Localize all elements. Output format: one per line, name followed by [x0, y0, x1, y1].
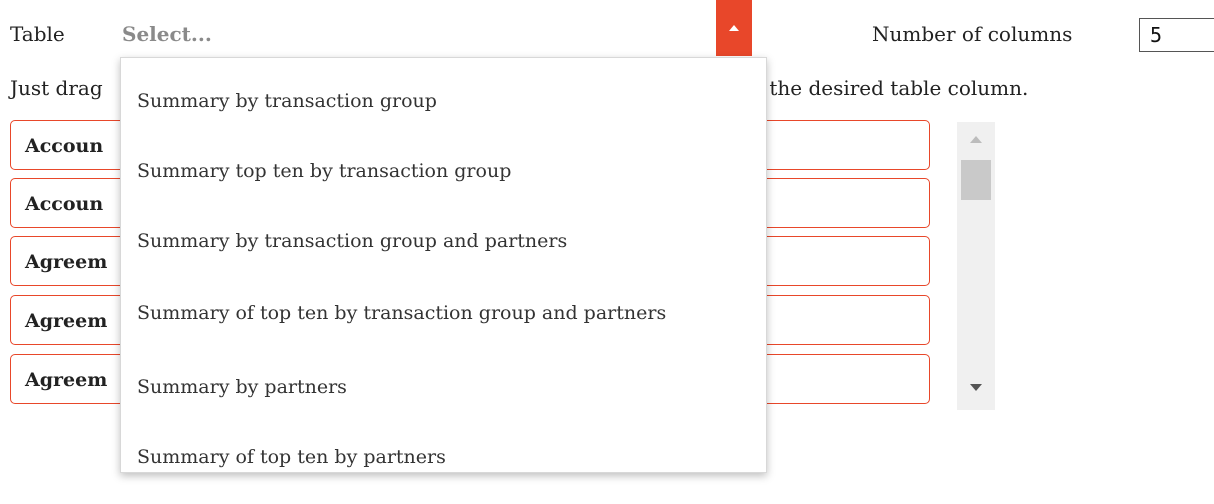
dropdown-option[interactable]: Summary by partners	[137, 376, 347, 398]
field-item-label: Agreem	[25, 310, 108, 332]
dropdown-option[interactable]: Summary by transaction group	[137, 90, 437, 112]
page: Table Select... Number of columns 5 Just…	[0, 0, 1214, 504]
field-item-label: Accoun	[25, 193, 104, 215]
number-of-columns-label: Number of columns	[872, 22, 1073, 46]
dropdown-option[interactable]: Summary by transaction group and partner…	[137, 230, 567, 252]
select-toggle-button[interactable]	[716, 0, 752, 56]
instruction-text-end: n to the desired table column.	[723, 76, 1029, 100]
instruction-text-start: Just drag	[10, 76, 103, 100]
scroll-up-arrow-icon[interactable]	[970, 136, 982, 143]
table-select-dropdown: Summary by transaction group Summary top…	[120, 57, 767, 473]
field-item-label: Agreem	[25, 369, 108, 391]
table-select[interactable]: Select...	[110, 0, 752, 58]
dropdown-option[interactable]: Summary of top ten by transaction group …	[137, 302, 666, 324]
dropdown-option[interactable]: Summary of top ten by partners	[137, 446, 446, 468]
field-list-scrollbar[interactable]	[957, 122, 995, 410]
chevron-up-icon	[729, 25, 739, 31]
field-item-label: Accoun	[25, 135, 104, 157]
table-label: Table	[10, 22, 65, 46]
scrollbar-thumb[interactable]	[961, 160, 991, 200]
dropdown-option[interactable]: Summary top ten by transaction group	[137, 160, 511, 182]
field-item-label: Agreem	[25, 251, 108, 273]
scroll-down-arrow-icon[interactable]	[970, 384, 982, 391]
number-of-columns-input[interactable]: 5	[1139, 18, 1214, 52]
select-placeholder: Select...	[122, 22, 212, 46]
